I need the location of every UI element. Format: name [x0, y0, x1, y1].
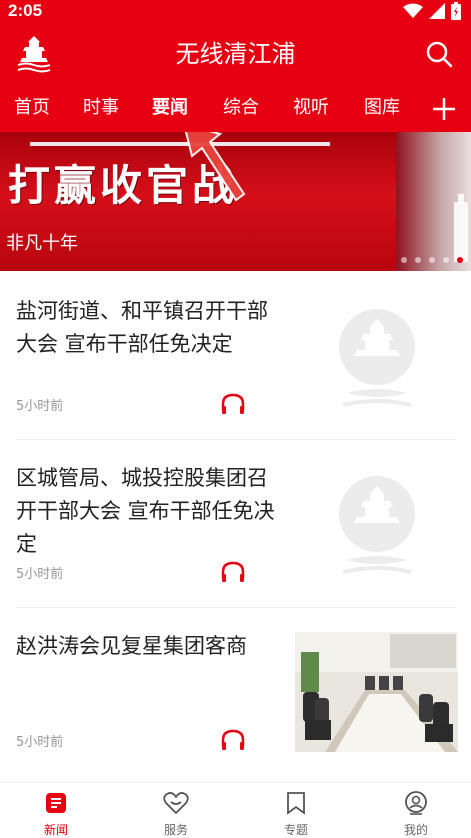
headphones-icon[interactable]: [220, 392, 246, 416]
thumbnail-placeholder-logo: [339, 476, 415, 574]
tab-gallery[interactable]: 图库: [364, 94, 400, 122]
nav-label: 专题: [283, 823, 308, 837]
nav-services[interactable]: 服务: [136, 791, 216, 838]
tab-video[interactable]: 视听: [293, 94, 329, 122]
profile-icon: [405, 791, 427, 815]
status-icons: [403, 2, 461, 20]
nav-label: 我的: [403, 823, 428, 837]
thumbnail-meeting-photo: [295, 632, 458, 752]
headphones-icon[interactable]: [220, 560, 246, 584]
thumbnail-placeholder-logo: [339, 309, 415, 407]
battery-icon: [451, 2, 461, 20]
news-time: 5小时前: [16, 735, 64, 750]
signal-icon: [429, 3, 445, 19]
news-item[interactable]: 盐河街道、和平镇召开干部大会 宣布干部任免决定 5小时前: [0, 271, 471, 439]
news-item[interactable]: 赵洪涛会见复星集团客商 5小时前: [0, 608, 471, 776]
status-bar: 2:05: [0, 0, 471, 22]
banner-caption: 非凡十年: [6, 233, 78, 254]
tab-current-affairs[interactable]: 时事: [83, 94, 119, 122]
news-icon: [46, 793, 66, 813]
news-title: 赵洪涛会见复星集团客商: [16, 634, 247, 658]
news-title: 区城管局、城投控股集团召开干部大会 宣布干部任免决定: [16, 466, 275, 556]
banner-carousel[interactable]: 打赢收官战 非凡十年: [0, 132, 471, 271]
pointer-arrow-icon: [184, 132, 246, 202]
tab-headlines[interactable]: 要闻: [152, 94, 188, 122]
carousel-dot-active: [457, 257, 463, 263]
nav-topics[interactable]: 专题: [256, 791, 336, 838]
headphones-icon[interactable]: [220, 728, 246, 752]
building-icon: [454, 194, 468, 262]
nav-label: 服务: [163, 823, 188, 837]
nav-news[interactable]: 新闻: [16, 791, 96, 838]
carousel-dot: [415, 257, 421, 263]
nav-label: 新闻: [43, 823, 68, 837]
app-title: 无线清江浦: [175, 40, 296, 68]
tab-home[interactable]: 首页: [14, 94, 50, 122]
add-channel-icon[interactable]: [431, 96, 457, 122]
bottom-navigation: 新闻 服务 专题 我的: [0, 782, 471, 838]
banner-next-slide-preview: [396, 132, 471, 271]
search-icon[interactable]: [425, 40, 453, 68]
channel-tabs: 首页 时事 要闻 综合 视听 图库: [0, 86, 471, 132]
tab-general[interactable]: 综合: [223, 94, 259, 122]
status-time: 2:05: [8, 1, 43, 20]
news-item[interactable]: 区城管局、城投控股集团召开干部大会 宣布干部任免决定 5小时前: [0, 440, 471, 607]
nav-profile[interactable]: 我的: [376, 791, 456, 838]
news-time: 5小时前: [16, 399, 64, 414]
wifi-icon: [403, 3, 423, 18]
news-title: 盐河街道、和平镇召开干部大会 宣布干部任免决定: [16, 299, 268, 356]
carousel-dot: [443, 257, 449, 263]
carousel-indicator: [401, 257, 463, 263]
carousel-dot: [429, 257, 435, 263]
news-time: 5小时前: [16, 567, 64, 582]
bookmark-icon: [287, 792, 305, 815]
carousel-dot: [401, 257, 407, 263]
heart-icon: [163, 792, 189, 815]
app-header: 无线清江浦: [0, 22, 471, 86]
